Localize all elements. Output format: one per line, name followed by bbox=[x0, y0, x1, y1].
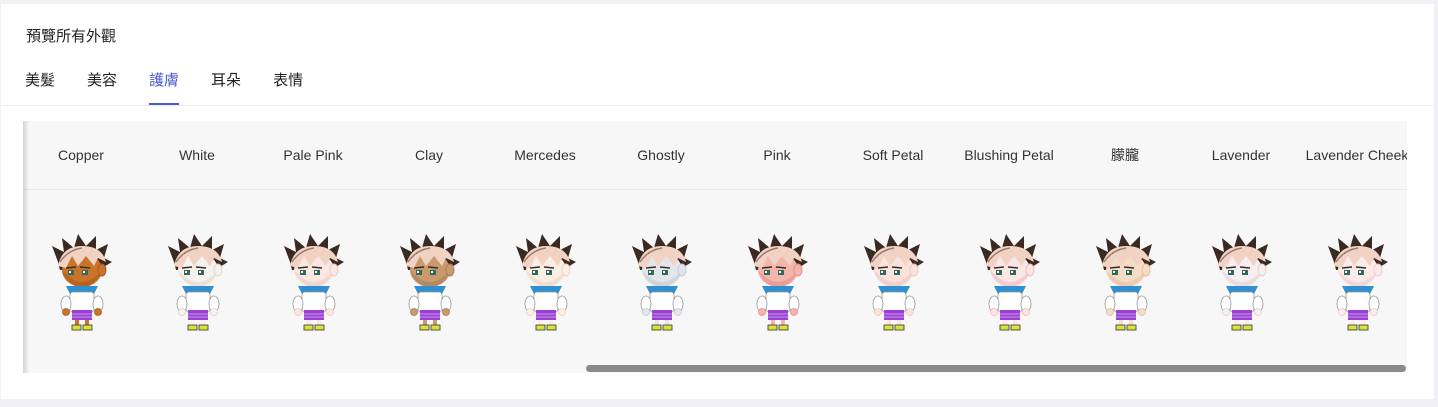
tabs-divider bbox=[1, 105, 1434, 106]
tab-skin[interactable]: 護膚 bbox=[149, 62, 180, 105]
skin-preview-table: Copper White Pale Pink Clay Mercedes Ghostly P… bbox=[23, 121, 1407, 373]
skin-preview-cell bbox=[603, 229, 719, 334]
skin-preview-cell bbox=[139, 229, 255, 334]
skin-preview-cell bbox=[371, 229, 487, 334]
skin-preview-cell bbox=[1067, 229, 1183, 334]
table-header-row: Copper White Pale Pink Clay Mercedes Ghostly P… bbox=[23, 121, 1407, 190]
character-sprite bbox=[1324, 232, 1390, 332]
character-sprite bbox=[1208, 232, 1274, 332]
category-tabs: 美髮 美容 護膚 耳朵 表情 bbox=[25, 62, 335, 106]
character-sprite bbox=[744, 232, 810, 332]
tab-ears[interactable]: 耳朵 bbox=[211, 62, 241, 105]
skin-name-header: Lavender Cheek bbox=[1305, 147, 1407, 163]
card-title: 預覽所有外觀 bbox=[26, 28, 117, 45]
skin-name-header: Clay bbox=[414, 147, 443, 163]
tab-expression[interactable]: 表情 bbox=[273, 62, 303, 105]
character-sprite bbox=[1092, 232, 1158, 332]
character-sprite bbox=[396, 232, 462, 332]
skin-name-header: Pink bbox=[763, 147, 791, 163]
skin-name-header: Mercedes bbox=[514, 147, 576, 163]
scroll-shadow bbox=[23, 121, 29, 373]
character-sprite bbox=[164, 232, 230, 332]
tab-face[interactable]: 美容 bbox=[87, 62, 117, 105]
character-sprite bbox=[512, 232, 578, 332]
skin-name-header: Lavender bbox=[1211, 147, 1271, 163]
horizontal-scrollbar[interactable] bbox=[586, 365, 1406, 372]
skin-preview-cell bbox=[23, 229, 139, 334]
character-sprite bbox=[860, 232, 926, 332]
character-sprite bbox=[976, 232, 1042, 332]
skin-name-header: Blushing Petal bbox=[964, 147, 1054, 163]
skin-preview-cell bbox=[835, 229, 951, 334]
skin-preview-cell bbox=[951, 229, 1067, 334]
skin-name-header: Copper bbox=[58, 147, 104, 163]
skin-preview-cell bbox=[1183, 229, 1299, 334]
skin-preview-cell bbox=[719, 229, 835, 334]
character-sprite bbox=[280, 232, 346, 332]
skin-name-header: White bbox=[179, 147, 215, 163]
skin-name-header: 朦朧 bbox=[1111, 147, 1139, 163]
skin-name-header: Ghostly bbox=[637, 147, 685, 163]
tab-hair[interactable]: 美髮 bbox=[25, 62, 55, 105]
skin-name-header: Soft Petal bbox=[862, 147, 924, 163]
skin-preview-cell bbox=[255, 229, 371, 334]
skin-name-header: Pale Pink bbox=[283, 147, 343, 163]
table-image-row bbox=[23, 229, 1407, 334]
skin-preview-cell bbox=[1299, 229, 1407, 334]
character-sprite bbox=[628, 232, 694, 332]
skin-preview-cell bbox=[487, 229, 603, 334]
character-sprite bbox=[48, 232, 114, 332]
